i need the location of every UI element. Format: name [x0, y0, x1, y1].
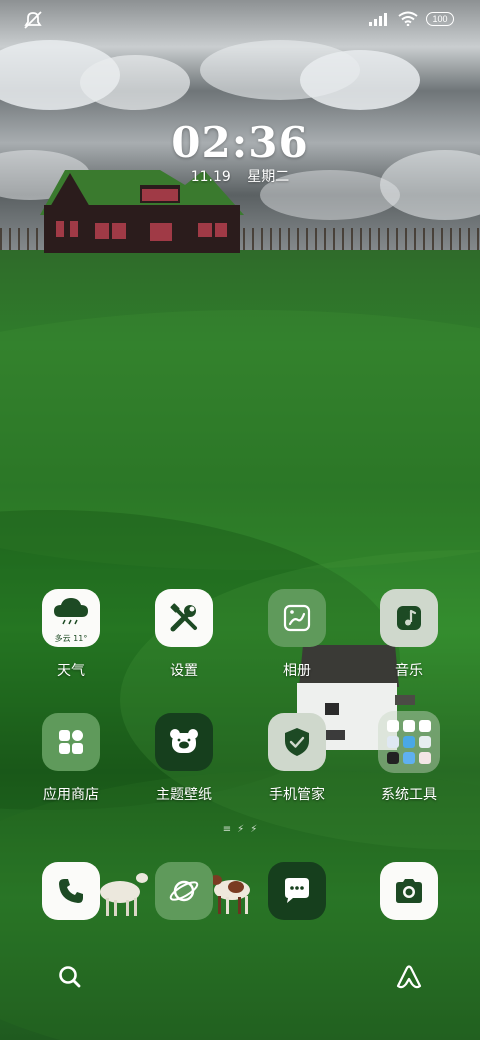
photo-icon	[283, 604, 311, 632]
weather-icon: 多云 11°	[42, 589, 100, 647]
browser-app-icon	[155, 862, 213, 920]
music-note-icon	[397, 606, 421, 630]
dock-browser[interactable]	[134, 862, 234, 920]
app-store-icon	[42, 713, 100, 771]
no-notification-icon	[24, 11, 42, 29]
app-label: 应用商店	[43, 787, 99, 803]
signal-icon	[369, 12, 387, 26]
phone-icon	[59, 879, 83, 903]
bear-icon	[170, 729, 198, 753]
app-app-store[interactable]: 应用商店	[21, 713, 121, 804]
app-label: 手机管家	[269, 787, 325, 803]
settings-icon	[155, 589, 213, 647]
phone-app-icon	[42, 862, 100, 920]
assistant-icon[interactable]	[394, 962, 424, 992]
page-indicator[interactable]: ≡ ⚡ ⚡	[214, 823, 266, 835]
app-label: 相册	[283, 663, 311, 679]
security-icon	[268, 713, 326, 771]
app-label: 音乐	[395, 663, 423, 679]
wifi-icon	[398, 11, 418, 26]
chat-icon	[285, 878, 309, 903]
app-label: 系统工具	[381, 787, 437, 803]
search-icon[interactable]	[55, 962, 85, 992]
app-themes[interactable]: 主题壁纸	[134, 713, 234, 804]
app-music[interactable]: 音乐	[359, 589, 459, 680]
page-dot-bolt-icon: ⚡	[250, 823, 258, 835]
planet-icon	[169, 880, 199, 902]
clock-time[interactable]: 02:36	[0, 118, 480, 167]
shield-check-icon	[285, 728, 309, 756]
dock-phone[interactable]	[21, 862, 121, 920]
app-label: 设置	[170, 663, 198, 679]
folder-icon	[378, 711, 440, 773]
cloud-icon	[54, 598, 88, 625]
app-gallery[interactable]: 相册	[247, 589, 347, 680]
grid-icon	[59, 730, 83, 754]
gallery-icon	[268, 589, 326, 647]
dock-messages[interactable]	[247, 862, 347, 920]
dock-camera[interactable]	[359, 862, 459, 920]
page-dot-bolt-icon: ⚡	[237, 823, 245, 835]
app-settings[interactable]: 设置	[134, 589, 234, 680]
folder-system-tools[interactable]: 系统工具	[359, 711, 459, 804]
themes-icon	[155, 713, 213, 771]
app-security[interactable]: 手机管家	[247, 713, 347, 804]
app-label: 天气	[57, 663, 85, 679]
weekday-text: 星期二	[247, 169, 290, 185]
messages-app-icon	[268, 862, 326, 920]
folder-preview-grid	[387, 720, 431, 764]
music-app-icon	[380, 589, 438, 647]
camera-app-icon	[380, 862, 438, 920]
clock-date[interactable]: 11.19 星期二	[0, 166, 480, 186]
tools-icon	[170, 603, 197, 632]
app-label: 主题壁纸	[156, 787, 212, 803]
weather-icon-text: 多云 11°	[54, 634, 88, 643]
camera-icon	[396, 879, 422, 903]
status-bar: 100	[0, 0, 480, 40]
page-dot-list-icon: ≡	[222, 823, 232, 835]
battery-indicator: 100	[426, 11, 454, 26]
date-text: 11.19	[190, 169, 231, 185]
app-weather[interactable]: 多云 11° 天气	[21, 589, 121, 680]
